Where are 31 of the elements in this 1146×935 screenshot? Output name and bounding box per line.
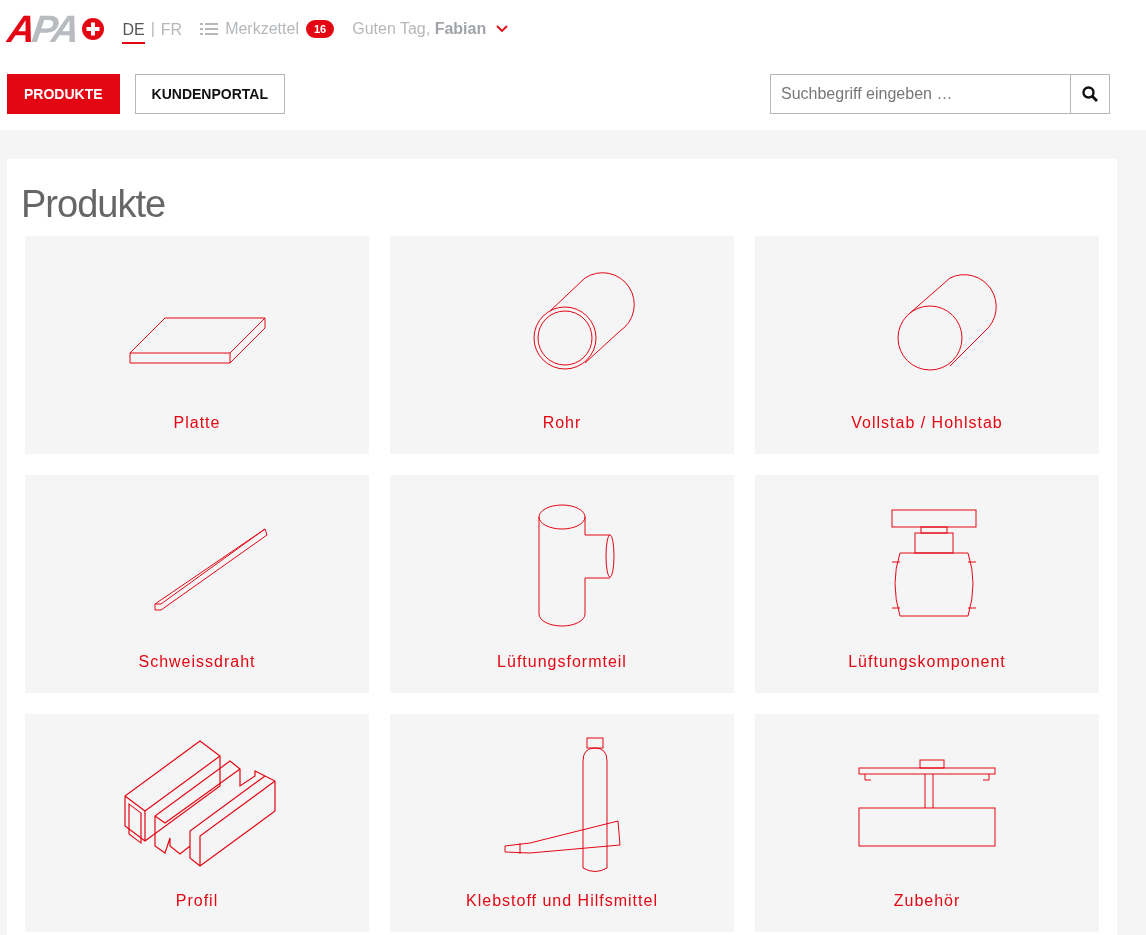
greeting-text: Guten Tag, Fabian	[352, 20, 487, 38]
search-icon	[1082, 86, 1098, 102]
product-card[interactable]: Platte	[25, 236, 369, 454]
page-title: Produkte	[21, 183, 167, 226]
product-card[interactable]: Rohr	[390, 236, 734, 454]
nav-tab[interactable]: KUNDENPORTAL	[134, 74, 285, 114]
search-button[interactable]	[1070, 74, 1110, 114]
product-link[interactable]: Lüftungsformteil	[497, 653, 627, 671]
product-link[interactable]: Lüftungskomponent	[848, 653, 1006, 671]
product-link[interactable]: Rohr	[542, 414, 582, 432]
product-link[interactable]: Platte	[173, 414, 221, 432]
language-separator: |	[150, 20, 155, 38]
logo[interactable]: APA	[5, 10, 80, 48]
chevron-down-icon[interactable]	[496, 25, 509, 33]
product-link[interactable]: Klebstoff und Hilfsmittel	[466, 892, 658, 910]
product-link[interactable]: Zubehör	[893, 892, 961, 910]
product-card[interactable]: Vollstab / Hohlstab	[755, 236, 1099, 454]
search-field[interactable]: Suchbegriff eingeben …	[770, 74, 1070, 114]
product-card[interactable]: Zubehör	[755, 714, 1099, 932]
swiss-cross-icon	[82, 18, 105, 40]
product-card[interactable]: Lüftungsformteil	[390, 475, 734, 693]
product-link[interactable]: Vollstab / Hohlstab	[851, 414, 1003, 432]
product-card[interactable]: Profil	[25, 714, 369, 932]
product-link[interactable]: Profil	[175, 892, 219, 910]
product-card[interactable]: Lüftungskomponent	[755, 475, 1099, 693]
product-card[interactable]: Klebstoff und Hilfsmittel	[390, 714, 734, 932]
nav-tab[interactable]: PRODUKTE	[7, 74, 120, 114]
language-link[interactable]: DE	[122, 18, 145, 44]
product-link[interactable]: Schweissdraht	[138, 653, 256, 671]
count-badge: 16	[305, 20, 335, 38]
product-card[interactable]: Schweissdraht	[25, 475, 369, 693]
